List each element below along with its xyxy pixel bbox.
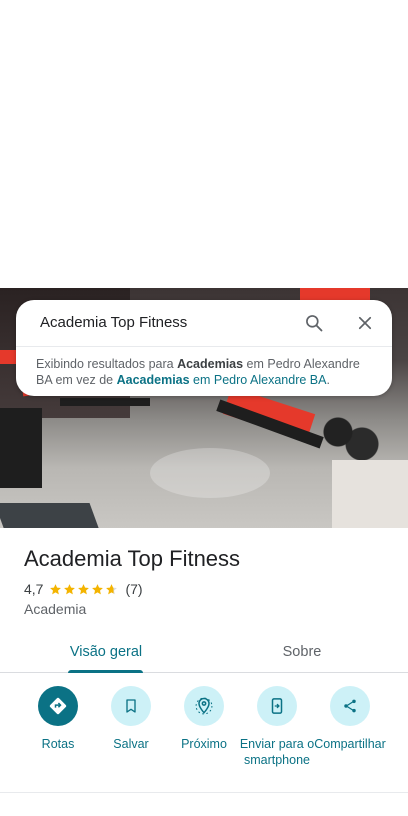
tab-bar: Visão geral Sobre xyxy=(0,630,408,673)
spelling-correction-notice: Exibindo resultados para Academias em Pe… xyxy=(36,357,360,387)
place-category[interactable]: Academia xyxy=(24,601,86,617)
star-icon xyxy=(92,583,104,594)
star-icon xyxy=(78,583,90,594)
star-icon xyxy=(50,583,62,594)
active-tab-indicator xyxy=(68,670,143,673)
place-title: Academia Top Fitness xyxy=(24,546,241,571)
directions-icon xyxy=(38,686,78,726)
directions-button[interactable]: Rotas xyxy=(18,686,98,752)
divider xyxy=(16,346,392,347)
send-to-phone-icon xyxy=(257,686,297,726)
close-icon[interactable] xyxy=(353,311,377,335)
star-icon xyxy=(64,583,76,594)
rating-stars xyxy=(49,583,119,596)
tab-about[interactable]: Sobre xyxy=(252,630,352,673)
corrected-term: Academias xyxy=(177,357,244,371)
save-button[interactable]: Salvar xyxy=(91,686,171,752)
share-button[interactable]: Compartilhar xyxy=(310,686,390,752)
share-icon xyxy=(330,686,370,726)
rating-row[interactable]: 4,7 (7) xyxy=(24,580,143,598)
rating-value: 4,7 xyxy=(24,581,44,597)
place-sheet: Academia Top Fitness Exibindo resultados… xyxy=(0,0,408,816)
send-to-phone-button[interactable]: Enviar para o smartphone xyxy=(237,686,317,768)
search-icon[interactable] xyxy=(302,311,326,335)
map-area[interactable] xyxy=(0,0,408,288)
action-buttons: Rotas Salvar Próximo Enviar para o smart… xyxy=(0,686,408,786)
save-label: Salvar xyxy=(113,737,149,751)
share-label: Compartilhar xyxy=(314,737,386,751)
nearby-icon xyxy=(184,686,224,726)
star-icon xyxy=(106,583,118,594)
search-query-text[interactable]: Academia Top Fitness xyxy=(40,314,187,331)
nearby-button[interactable]: Próximo xyxy=(164,686,244,752)
review-count[interactable]: (7) xyxy=(125,581,142,597)
directions-label: Rotas xyxy=(41,737,75,751)
original-search-link[interactable]: Aacademias em Pedro Alexandre BA xyxy=(117,373,327,387)
divider xyxy=(0,792,408,793)
send-to-phone-label: Enviar para o smartphone xyxy=(239,737,315,767)
search-bar[interactable]: Academia Top Fitness xyxy=(16,300,392,346)
search-card: Academia Top Fitness Exibindo resultados… xyxy=(16,300,392,396)
bookmark-icon xyxy=(111,686,151,726)
nearby-label: Próximo xyxy=(181,737,227,751)
tab-overview[interactable]: Visão geral xyxy=(56,630,156,673)
